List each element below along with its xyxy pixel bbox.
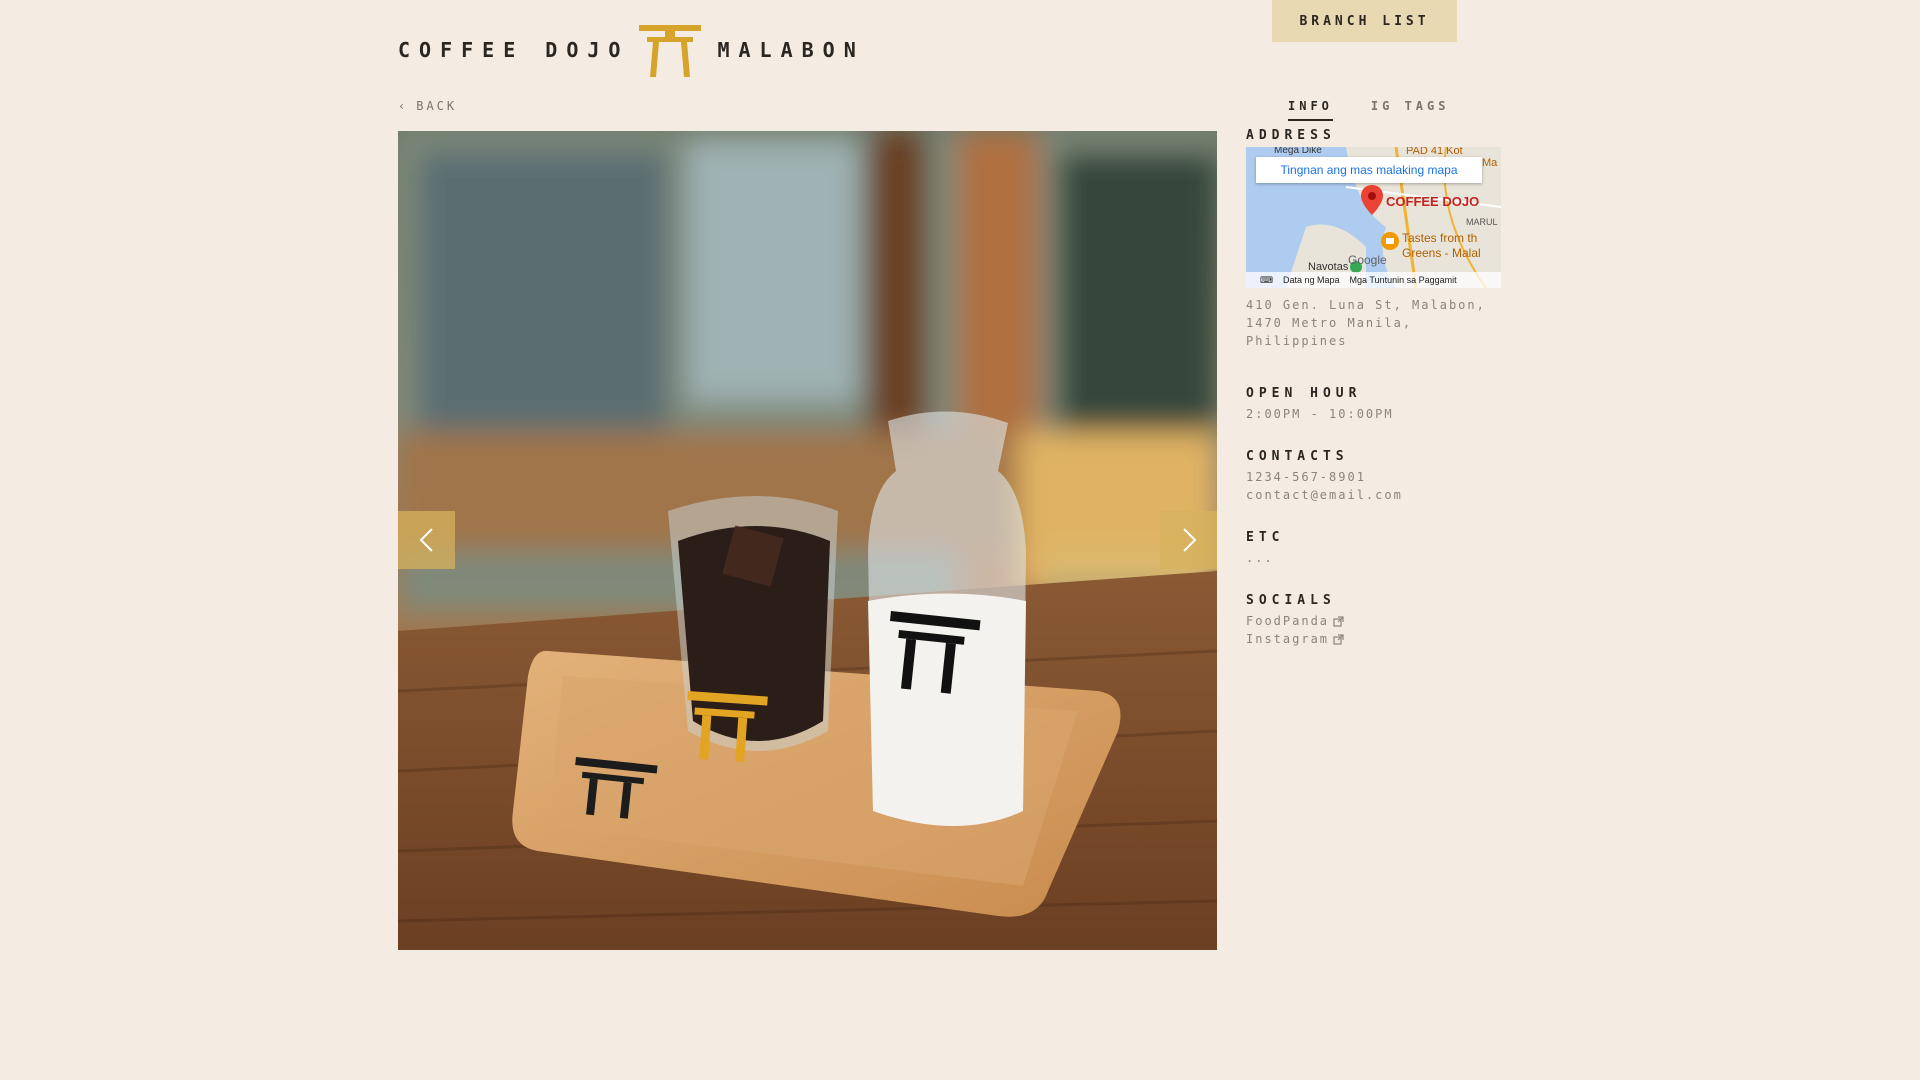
google-logo: Google [1348,253,1387,267]
chevron-left-icon: ‹ [398,99,409,113]
hours-text: 2:00PM - 10:00PM [1246,407,1394,421]
map-terms-link[interactable]: Mga Tuntunin sa Paggamit [1350,275,1457,285]
foodpanda-link[interactable]: FoodPanda [1246,612,1506,630]
branch-name: MALABON [717,38,865,62]
etc-text: ... [1246,551,1274,565]
brand-name: COFFEE DOJO [398,38,630,62]
map-poi-label-2: Greens - Malal [1402,246,1481,260]
branch-list-button[interactable]: BRANCH LIST [1272,0,1457,42]
info-panel: ADDRESS Tingnan ang mas malaking mapa CO… [1246,128,1506,674]
map-poi-label-1: Tastes from th [1402,231,1478,245]
coffee-photo [398,131,1217,950]
chevron-right-icon [1182,528,1196,552]
restaurant-marker-icon [1381,232,1399,250]
map-footer: ⌨ Data ng Mapa Mga Tuntunin sa Paggamit [1246,272,1501,288]
address-text: 410 Gen. Luna St, Malabon, 1470 Metro Ma… [1246,298,1486,348]
google-map[interactable]: Tingnan ang mas malaking mapa COFFEE DOJ… [1246,147,1501,288]
address-title: ADDRESS [1246,128,1336,143]
prev-slide-button[interactable] [398,511,455,569]
map-place-mega: Mega Dike [1274,147,1322,156]
foodpanda-label: FoodPanda [1246,614,1330,628]
instagram-link[interactable]: Instagram [1246,630,1506,648]
map-place-marul: MARUL [1466,217,1498,227]
next-slide-button[interactable] [1160,511,1217,569]
map-pin-label: COFFEE DOJO [1386,194,1480,209]
map-place-ma: Ma [1482,157,1498,169]
info-tabs: INFO IG TAGS [1288,99,1449,121]
keyboard-icon[interactable]: ⌨ [1260,275,1273,286]
external-link-icon [1333,615,1344,627]
torii-logo-icon [639,25,702,77]
view-larger-map-link[interactable]: Tingnan ang mas malaking mapa [1256,157,1482,183]
brand-header[interactable]: COFFEE DOJO MALABON [398,20,865,80]
back-link[interactable]: ‹ BACK [398,99,457,113]
socials-title: SOCIALS [1246,593,1336,608]
map-pin-icon [1361,185,1383,215]
gallery-photo [398,131,1217,950]
map-place-pad: PAD 41 Kot [1406,147,1463,157]
contacts-title: CONTACTS [1246,449,1349,464]
instagram-label: Instagram [1246,632,1330,646]
tab-ig-tags[interactable]: IG TAGS [1371,99,1450,121]
email-text: contact@email.com [1246,488,1403,502]
map-data-link[interactable]: Data ng Mapa [1283,275,1340,285]
back-label: BACK [416,99,458,113]
tab-info[interactable]: INFO [1288,99,1333,121]
hours-title: OPEN HOUR [1246,386,1362,401]
etc-title: ETC [1246,530,1285,545]
phone-text: 1234-567-8901 [1246,470,1366,484]
chevron-left-icon [419,528,433,552]
external-link-icon [1333,633,1344,645]
